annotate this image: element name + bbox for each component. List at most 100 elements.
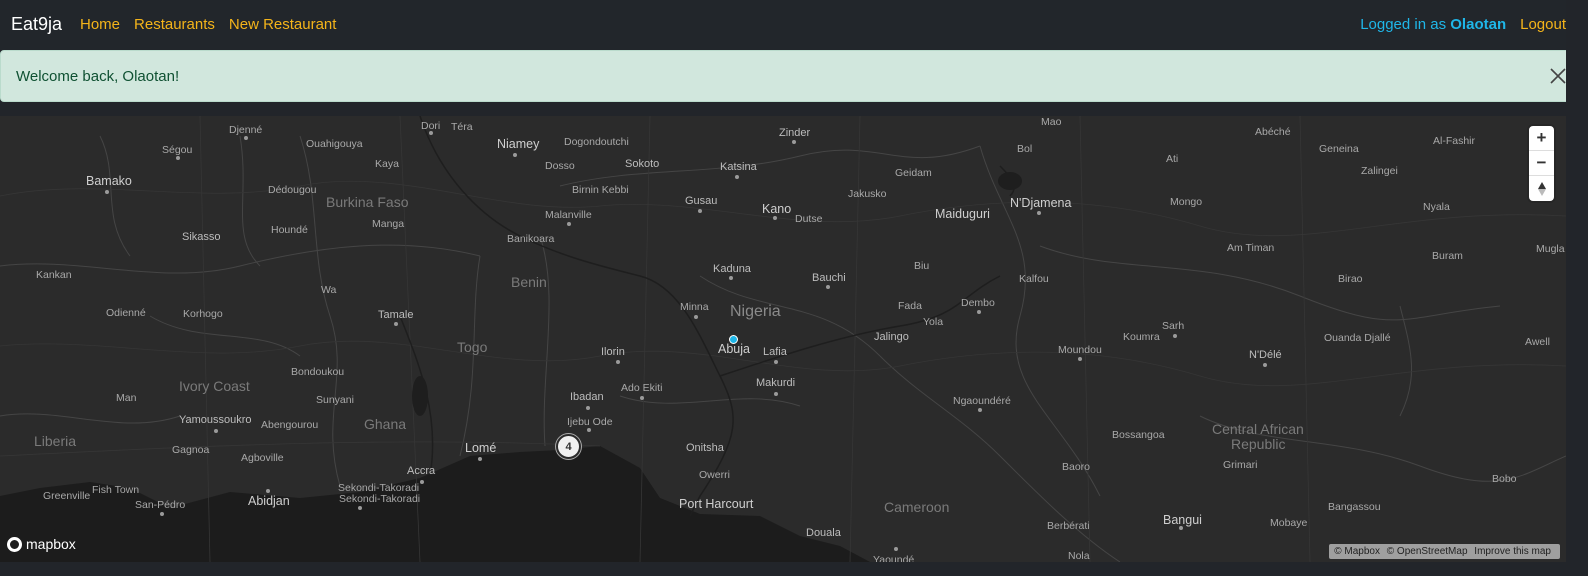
city-label: Korhogo	[183, 308, 223, 320]
city-label: Ibadan	[570, 391, 604, 403]
city-label: Bangassou	[1328, 501, 1381, 513]
city-label: Geidam	[895, 167, 932, 179]
city-label: Mugla	[1536, 243, 1565, 255]
city-label: Ngaoundéré	[953, 395, 1011, 407]
city-label: Bauchi	[812, 272, 846, 284]
country-label: Burkina Faso	[326, 194, 409, 210]
welcome-alert: Welcome back, Olaotan!	[0, 50, 1582, 102]
city-label: Buram	[1432, 250, 1463, 262]
nav-link-new-restaurant[interactable]: New Restaurant	[229, 16, 337, 33]
city-label: Abuja	[718, 342, 750, 356]
country-label: Central African	[1212, 421, 1304, 437]
city-label: Abengourou	[261, 419, 319, 431]
compass-icon[interactable]	[1529, 176, 1554, 201]
city-label: Kaya	[375, 158, 399, 170]
zoom-out-button[interactable]: −	[1529, 151, 1554, 176]
city-label: Bobo	[1492, 473, 1517, 485]
city-label: Manga	[372, 218, 405, 230]
city-label: Moundou	[1058, 344, 1102, 356]
city-label: Ségou	[162, 144, 193, 156]
city-label: Birao	[1338, 273, 1363, 285]
city-label: Fish Town	[92, 484, 140, 496]
country-label: Ghana	[364, 416, 407, 432]
city-label: Ati	[1166, 153, 1179, 165]
city-label: Mongo	[1170, 196, 1203, 208]
country-label: Nigeria	[730, 303, 781, 320]
city-label: Maiduguri	[935, 207, 990, 221]
city-label: Mao	[1041, 116, 1062, 128]
logged-in-prefix: Logged in as	[1360, 16, 1447, 33]
city-label: Katsina	[720, 161, 757, 173]
scrollbar[interactable]	[1566, 0, 1588, 576]
city-label: N'Djamena	[1010, 196, 1072, 210]
mapbox-logo[interactable]: mapbox	[7, 536, 76, 552]
city-label: Sekondi-Takoradi	[339, 493, 421, 505]
zoom-in-button[interactable]: +	[1529, 126, 1554, 151]
city-label: Djenné	[229, 124, 263, 136]
city-label: Zinder	[779, 127, 811, 139]
city-label: Yola	[923, 316, 944, 328]
country-label: Cameroon	[884, 499, 950, 515]
nav-links: Home Restaurants New Restaurant	[80, 16, 350, 33]
city-label: Minna	[680, 301, 709, 313]
city-label: Nola	[1068, 550, 1090, 562]
city-label: Malanville	[545, 209, 592, 221]
map-controls: + −	[1529, 126, 1554, 201]
city-label: N'Délé	[1249, 349, 1282, 361]
city-label: Bamako	[86, 174, 132, 188]
brand-logo[interactable]: Eat9ja	[11, 14, 62, 35]
city-label: Ado Ekiti	[621, 382, 663, 394]
city-label: Man	[116, 392, 137, 404]
city-label: Baoro	[1062, 461, 1091, 473]
mapbox-logo-text: mapbox	[26, 536, 76, 552]
city-label: Awell	[1525, 336, 1550, 348]
city-label: Owerri	[699, 469, 730, 481]
improve-map-link[interactable]: Improve this map	[1474, 546, 1551, 557]
logout-link[interactable]: Logout	[1520, 16, 1566, 33]
city-label: Gagnoa	[172, 444, 210, 456]
city-label: Al-Fashir	[1433, 135, 1476, 147]
city-label: Agboville	[241, 452, 284, 464]
cluster-marker[interactable]: 4	[556, 434, 581, 459]
city-label: Bondoukou	[291, 366, 345, 378]
country-label: Ivory Coast	[179, 378, 250, 394]
city-label: Bangui	[1163, 513, 1202, 527]
city-label: Lomé	[465, 441, 497, 455]
country-label: Liberia	[34, 433, 77, 449]
city-label: Biu	[914, 260, 930, 272]
city-label: Yaoundé	[873, 554, 915, 562]
nav-right: Logged in as Olaotan Logout	[1360, 16, 1566, 33]
city-label: Niamey	[497, 137, 540, 151]
map-canvas[interactable]: Burkina Faso Benin Nigeria Togo Ivory Co…	[0, 116, 1566, 562]
city-label: Accra	[407, 465, 436, 477]
map-attribution: © Mapbox © OpenStreetMap Improve this ma…	[1329, 544, 1560, 559]
city-label: Houndé	[271, 224, 308, 236]
country-label: Benin	[511, 274, 547, 290]
city-label: Jakusko	[848, 188, 887, 200]
city-label: Abidjan	[248, 494, 290, 508]
city-label: Grimari	[1223, 459, 1258, 471]
restaurant-marker[interactable]	[729, 335, 738, 344]
attribution-osm[interactable]: © OpenStreetMap	[1387, 546, 1468, 557]
country-label: Republic	[1231, 436, 1286, 452]
city-label: Sarh	[1162, 320, 1185, 332]
city-label: Ilorin	[601, 346, 625, 358]
logged-in-status[interactable]: Logged in as Olaotan	[1360, 16, 1506, 33]
city-label: Gusau	[685, 195, 718, 207]
city-label: Dédougou	[268, 184, 317, 196]
attribution-mapbox[interactable]: © Mapbox	[1334, 546, 1380, 557]
nav-link-home[interactable]: Home	[80, 16, 120, 33]
city-label: Lafia	[763, 346, 787, 358]
city-label: Berbérati	[1047, 520, 1090, 532]
city-label: Zalingei	[1361, 165, 1398, 177]
navbar: Eat9ja Home Restaurants New Restaurant L…	[0, 0, 1588, 50]
city-label: Abéché	[1255, 126, 1291, 138]
city-label: Kalfou	[1019, 273, 1049, 285]
nav-link-restaurants[interactable]: Restaurants	[134, 16, 215, 33]
alert-message: Welcome back, Olaotan!	[16, 68, 180, 85]
city-label: Sunyani	[316, 394, 354, 406]
city-label: Nyala	[1423, 201, 1450, 213]
mapbox-logo-icon	[7, 536, 22, 552]
city-label: Ouahigouya	[306, 138, 363, 150]
city-label: Yamoussoukro	[179, 414, 252, 426]
